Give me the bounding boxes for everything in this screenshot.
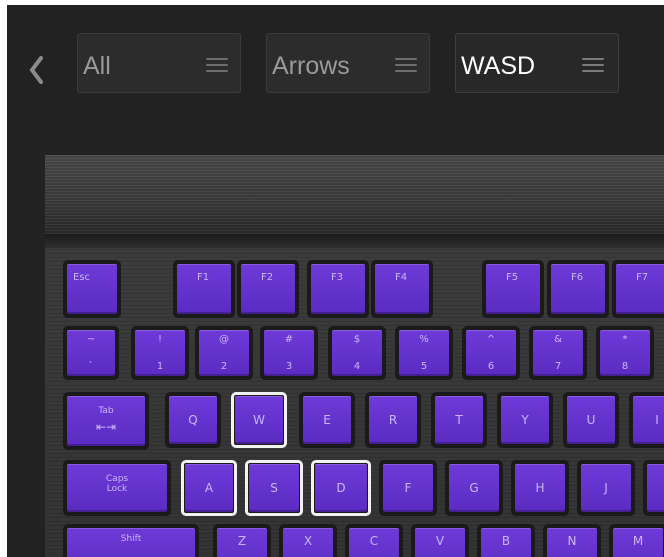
- preset-arrows[interactable]: Arrows: [266, 33, 430, 93]
- key-d-selected[interactable]: D: [311, 460, 371, 516]
- key-y[interactable]: Y: [497, 392, 553, 448]
- key-b[interactable]: B: [477, 524, 535, 557]
- key-n[interactable]: N: [543, 524, 601, 557]
- preset-all-label: All: [83, 52, 111, 80]
- key-c[interactable]: C: [345, 524, 403, 557]
- key-u[interactable]: U: [563, 392, 619, 448]
- key-shift[interactable]: Shift: [63, 524, 199, 557]
- menu-icon[interactable]: [395, 58, 417, 72]
- key-w-selected[interactable]: W: [231, 392, 287, 448]
- key-e[interactable]: E: [299, 392, 355, 448]
- key-f7[interactable]: F7: [612, 260, 664, 318]
- key-z[interactable]: Z: [213, 524, 271, 557]
- key-m[interactable]: M: [609, 524, 664, 557]
- key-g[interactable]: G: [445, 460, 503, 516]
- menu-icon[interactable]: [206, 58, 228, 72]
- key-6[interactable]: ^ 6: [462, 326, 520, 380]
- keyboard-top-plate: [45, 156, 664, 234]
- key-f3[interactable]: F3: [307, 260, 369, 318]
- key-h[interactable]: H: [511, 460, 569, 516]
- key-tilde[interactable]: ~ `: [63, 326, 119, 380]
- key-s-selected[interactable]: S: [245, 460, 303, 516]
- key-1[interactable]: ! 1: [131, 326, 189, 380]
- lighting-app-window: All Arrows WASD Esc F1 F2 F3 F4 F5 F6 F7…: [7, 5, 664, 557]
- chevron-left-icon: [29, 56, 43, 84]
- key-r[interactable]: R: [365, 392, 421, 448]
- keyboard-preview: Esc F1 F2 F3 F4 F5 F6 F7 ~ ` ! 1 @2 # 3 …: [45, 155, 664, 557]
- preset-wasd-label: WASD: [461, 52, 536, 80]
- key-2[interactable]: @2: [195, 326, 253, 380]
- key-7[interactable]: & 7: [529, 326, 587, 380]
- key-f[interactable]: F: [379, 460, 437, 516]
- key-5[interactable]: % 5: [395, 326, 453, 380]
- key-f2[interactable]: F2: [237, 260, 299, 318]
- key-a-selected[interactable]: A: [181, 460, 237, 516]
- preset-arrows-label: Arrows: [272, 52, 350, 80]
- key-q[interactable]: Q: [165, 392, 221, 448]
- preset-all[interactable]: All: [77, 33, 241, 93]
- key-4[interactable]: $4: [328, 326, 386, 380]
- key-f1[interactable]: F1: [173, 260, 235, 318]
- tab-arrows-icon: ⇤⇥: [95, 420, 117, 434]
- key-esc[interactable]: Esc: [63, 260, 121, 318]
- key-tab[interactable]: Tab ⇤⇥: [63, 392, 149, 450]
- key-i[interactable]: I: [629, 392, 664, 448]
- key-k-partial[interactable]: [643, 460, 664, 516]
- back-button[interactable]: [27, 52, 45, 88]
- key-j[interactable]: J: [577, 460, 635, 516]
- preset-wasd[interactable]: WASD: [455, 33, 619, 93]
- key-f5[interactable]: F5: [482, 260, 544, 318]
- key-8[interactable]: * 8: [596, 326, 654, 380]
- key-v[interactable]: V: [411, 524, 469, 557]
- key-t[interactable]: T: [431, 392, 487, 448]
- key-caps-lock[interactable]: Caps Lock: [63, 460, 171, 516]
- menu-icon[interactable]: [582, 58, 604, 72]
- key-3[interactable]: #3: [260, 326, 318, 380]
- key-x[interactable]: X: [279, 524, 337, 557]
- keyboard-lip: [45, 234, 664, 248]
- key-f6[interactable]: F6: [547, 260, 609, 318]
- key-f4[interactable]: F4: [371, 260, 433, 318]
